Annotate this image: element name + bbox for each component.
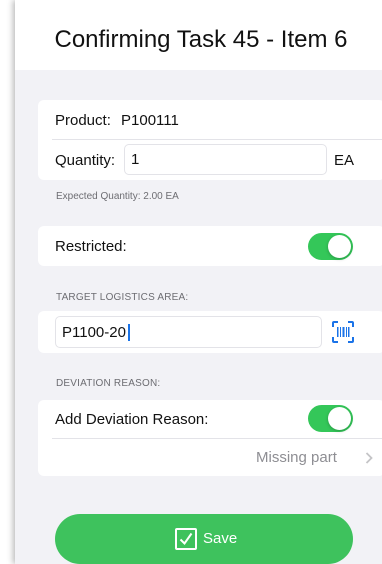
barcode-scan-icon[interactable] xyxy=(331,320,355,344)
confirm-task-screen: Confirming Task 45 - Item 6 Product: P10… xyxy=(15,0,382,564)
target-logistics-header: TARGET LOGISTICS AREA: xyxy=(56,292,189,303)
left-edge xyxy=(0,0,15,564)
deviation-reason-row[interactable]: Missing part xyxy=(38,439,382,476)
save-label: Save xyxy=(203,530,238,547)
target-logistics-field[interactable] xyxy=(55,316,322,348)
quantity-input[interactable] xyxy=(131,145,320,174)
deviation-reason-value: Missing part xyxy=(256,449,337,466)
chevron-right-icon xyxy=(365,452,373,464)
product-row: Product: P100111 xyxy=(38,100,382,140)
quantity-unit: EA xyxy=(334,152,355,169)
app-frame: Confirming Task 45 - Item 6 Product: P10… xyxy=(0,0,382,564)
restricted-toggle[interactable] xyxy=(308,233,353,260)
add-deviation-toggle[interactable] xyxy=(308,405,353,432)
target-logistics-card xyxy=(38,311,382,353)
product-value: P100111 xyxy=(121,112,179,129)
add-deviation-row: Add Deviation Reason: xyxy=(38,400,382,438)
product-quantity-card: Product: P100111 Quantity: EA xyxy=(38,100,382,180)
toggle-knob xyxy=(328,235,351,258)
restricted-label: Restricted: xyxy=(55,238,127,255)
title-bar: Confirming Task 45 - Item 6 xyxy=(15,0,382,70)
deviation-reason-card: Add Deviation Reason: Missing part xyxy=(38,400,382,476)
toggle-knob xyxy=(328,407,351,430)
quantity-label: Quantity: xyxy=(55,152,116,169)
product-label: Product: xyxy=(55,112,111,129)
page-title: Confirming Task 45 - Item 6 xyxy=(54,26,348,53)
deviation-reason-header: DEVIATION REASON: xyxy=(56,378,161,389)
text-caret xyxy=(128,324,130,341)
checkbox-check-icon xyxy=(175,528,197,550)
quantity-field[interactable] xyxy=(124,144,327,175)
restricted-row: Restricted: xyxy=(38,226,382,266)
expected-quantity-caption: Expected Quantity: 2.00 EA xyxy=(56,191,179,202)
quantity-row: Quantity: EA xyxy=(38,140,382,180)
add-deviation-label: Add Deviation Reason: xyxy=(55,411,209,428)
target-logistics-input[interactable] xyxy=(62,317,315,347)
restricted-card: Restricted: xyxy=(38,226,382,266)
save-button[interactable]: Save xyxy=(55,514,353,564)
